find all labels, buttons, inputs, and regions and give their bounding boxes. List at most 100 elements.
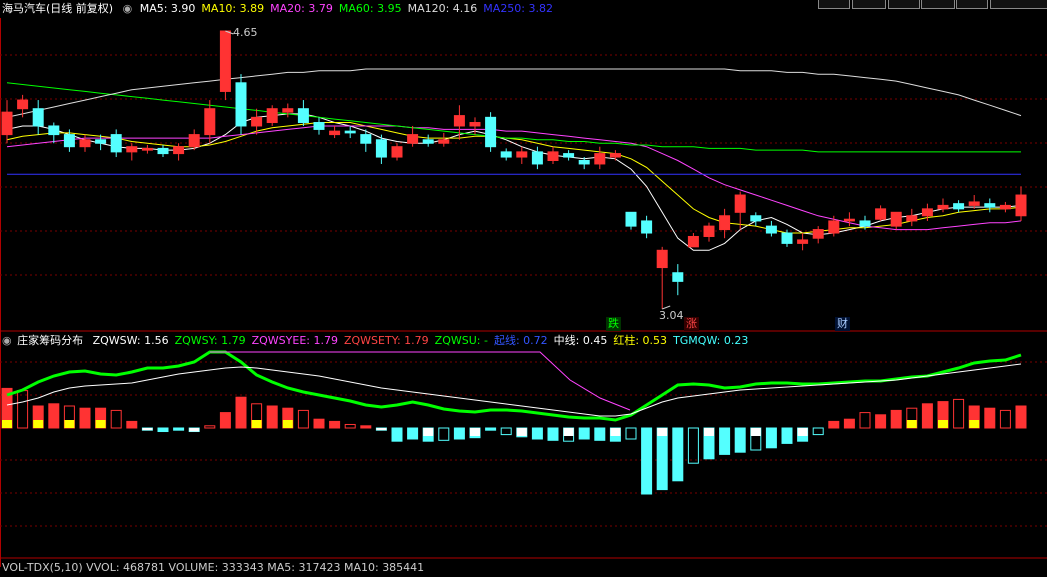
ma-line-ma20	[6, 125, 1022, 231]
marker-finance[interactable]: 财	[835, 317, 850, 331]
candle-body	[765, 225, 777, 234]
sub-bar-down	[687, 427, 699, 464]
sub-bar-up	[859, 412, 871, 429]
candle-body	[906, 215, 918, 222]
sub-bar-yellow	[95, 420, 106, 428]
sub-indicator-value: ZQWSYEE: 1.79	[251, 334, 338, 347]
candle-body	[110, 134, 122, 153]
candle-body	[173, 146, 185, 155]
sub-bar-down	[734, 427, 746, 453]
sub-bar-down	[157, 427, 169, 433]
sub-bar-up	[953, 398, 965, 429]
candle-body	[921, 208, 933, 217]
candle-body	[999, 204, 1011, 210]
sub-bar-down	[485, 427, 497, 431]
candle-body	[329, 130, 341, 136]
sub-bar-yellow	[2, 420, 12, 428]
sub-bar-white	[142, 428, 153, 431]
candle-body	[204, 108, 216, 136]
candle-body	[485, 116, 497, 148]
sub-bar-down	[656, 427, 668, 491]
candle-body	[719, 215, 731, 231]
sub-bar-down	[391, 427, 403, 442]
candle-body	[812, 229, 824, 239]
candle-body	[750, 215, 762, 222]
candle-body	[609, 153, 621, 158]
kline-chart-canvas[interactable]	[0, 0, 1047, 567]
sub-bar-up	[984, 407, 996, 429]
ma-line-ma60	[6, 82, 1021, 153]
sub-bar-white	[610, 428, 621, 436]
candle-body	[63, 134, 75, 148]
sub-toggle-icon[interactable]: ◉	[2, 334, 12, 347]
marker-fall[interactable]: 跌	[606, 317, 621, 331]
candle-body	[563, 153, 575, 158]
sub-bar-up	[999, 409, 1011, 429]
sub-bar-white	[423, 428, 434, 436]
sub-bar-up	[360, 425, 372, 429]
candle-body	[126, 146, 138, 153]
zqwsy-line	[6, 350, 1022, 422]
sub-bar-down	[812, 427, 824, 436]
sub-indicator-value: 中线: 0.45	[553, 334, 608, 347]
candle-body	[438, 139, 450, 144]
sub-indicator-value: 红柱: 0.53	[613, 334, 668, 347]
candle-body	[578, 160, 590, 165]
sub-bar-up	[219, 412, 231, 429]
zqwsw-line	[6, 363, 1022, 417]
sub-bar-yellow	[33, 420, 44, 428]
candle-body	[531, 151, 543, 165]
candle-body	[157, 147, 169, 155]
sub-indicator-value: ZQWSU: -	[434, 334, 488, 347]
candle-body	[251, 116, 263, 127]
sub-bar-down	[531, 427, 543, 440]
marker-rise[interactable]: 涨	[684, 317, 699, 331]
sub-bar-down	[781, 427, 793, 444]
candle-body	[843, 218, 855, 222]
sub-bar-down	[173, 427, 185, 431]
candle-body	[375, 139, 387, 158]
candle-body	[641, 220, 653, 234]
candle-body	[890, 211, 902, 227]
sub-bar-down	[672, 427, 684, 482]
sub-bar-down	[547, 427, 559, 441]
sub-bar-yellow	[282, 420, 293, 428]
sub-bar-yellow	[251, 420, 262, 428]
sub-bar-white	[189, 428, 200, 432]
sub-bar-up	[110, 409, 122, 429]
sub-bar-up	[344, 423, 356, 429]
candle-body	[391, 146, 403, 158]
candle-body	[781, 232, 793, 244]
sub-bar-white	[470, 428, 480, 436]
sub-bar-down	[500, 427, 512, 436]
sub-bar-up	[235, 396, 247, 429]
candle-body	[266, 108, 278, 124]
candle-body	[453, 115, 465, 127]
candle-body	[547, 151, 559, 162]
candle-body	[95, 139, 107, 144]
sub-bar-yellow	[938, 420, 948, 428]
sub-bar-white	[376, 428, 387, 431]
sub-bar-down	[719, 427, 731, 455]
sub-bar-down	[594, 427, 606, 441]
ma-line-ma120	[6, 68, 1022, 118]
sub-bar-white	[797, 428, 808, 436]
sub-bar-down	[453, 427, 465, 440]
sub-bar-white	[563, 428, 574, 436]
candle-body	[937, 204, 949, 210]
candle-body	[344, 130, 356, 134]
sub-indicators: ZQWSW: 1.56 ZQWSY: 1.79 ZQWSYEE: 1.79 ZQWSE…	[93, 334, 755, 347]
sub-bar-up	[875, 414, 887, 429]
candle-body	[500, 151, 512, 158]
sub-indicator-value: 起线: 0.72	[493, 334, 548, 347]
sub-bar-down	[625, 427, 637, 440]
candle-body	[625, 211, 637, 227]
sub-bar-yellow	[64, 420, 75, 428]
sub-bar-down	[641, 427, 653, 495]
sub-bar-up	[1015, 405, 1027, 429]
sub-panel-header: ◉ 庄家筹码分布 ZQWSW: 1.56 ZQWSY: 1.79 ZQWSYEE: …	[0, 332, 760, 350]
vol-header-text: VOL-TDX(5,10) VVOL: 468781 VOLUME: 33334…	[2, 561, 425, 574]
vol-panel-header: VOL-TDX(5,10) VVOL: 468781 VOLUME: 33334…	[0, 559, 430, 577]
sub-bar-white	[657, 428, 668, 436]
sub-bar-up	[126, 420, 138, 429]
